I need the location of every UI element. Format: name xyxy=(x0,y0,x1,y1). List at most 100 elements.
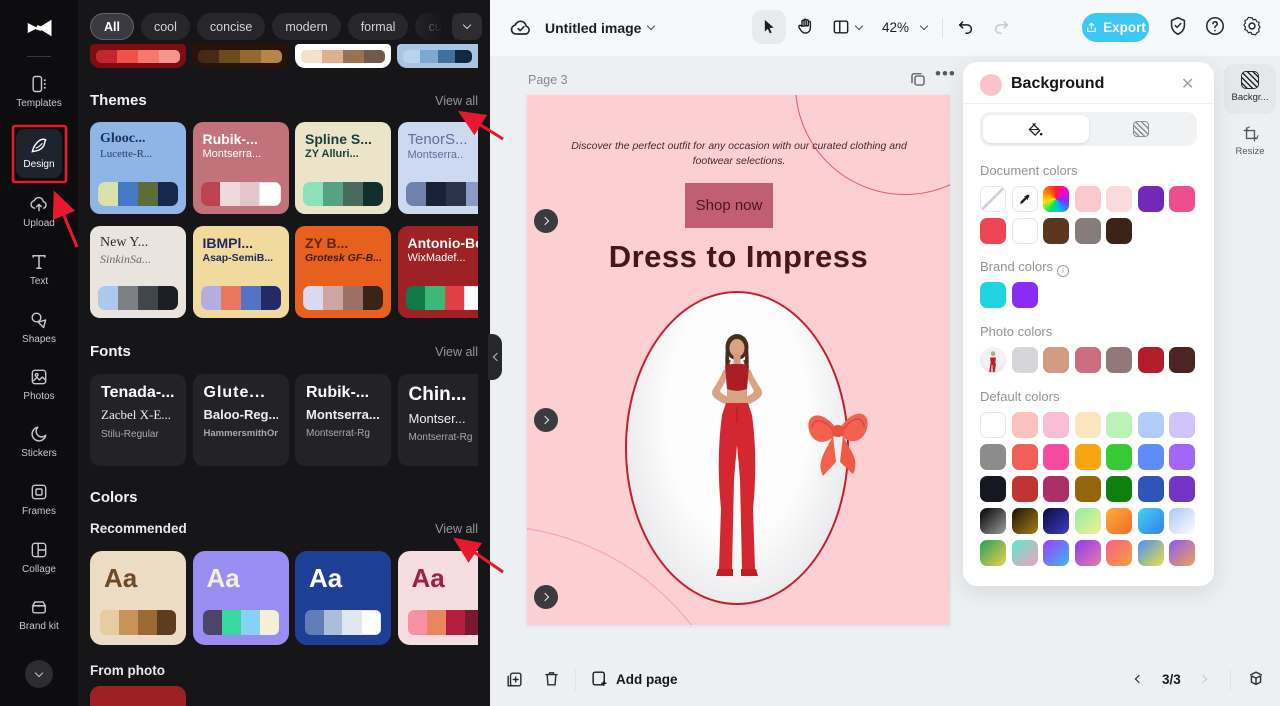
color-swatch[interactable] xyxy=(1043,347,1069,373)
color-swatch[interactable] xyxy=(220,286,241,310)
color-swatch[interactable] xyxy=(98,286,118,310)
color-swatch[interactable] xyxy=(1106,347,1132,373)
prev-page-button[interactable] xyxy=(1134,674,1144,684)
color-swatch[interactable] xyxy=(1169,540,1195,566)
color-swatch[interactable] xyxy=(980,540,1006,566)
color-swatch[interactable] xyxy=(407,610,427,635)
tab-pattern-fill[interactable] xyxy=(1089,115,1195,143)
layout-tool-icon[interactable] xyxy=(831,17,851,37)
shop-now-button-layer[interactable]: Shop now xyxy=(685,183,773,228)
undo-icon[interactable] xyxy=(956,17,976,37)
color-swatch[interactable] xyxy=(260,286,281,310)
sidebar-item-stickers[interactable]: Stickers xyxy=(0,424,78,460)
sidebar-item-photos[interactable]: Photos xyxy=(0,367,78,403)
safety-shield-icon[interactable] xyxy=(1167,15,1189,37)
color-swatch[interactable] xyxy=(1137,347,1164,373)
zoom-level[interactable]: 42% xyxy=(882,20,909,35)
close-panel-icon[interactable]: ✕ xyxy=(1181,74,1194,94)
color-swatch[interactable] xyxy=(1137,444,1164,470)
color-swatch[interactable] xyxy=(1169,186,1195,212)
rail-collapse-button[interactable] xyxy=(25,660,53,688)
theme-card[interactable]: IBMPl... Asap-SemiB... xyxy=(192,226,289,318)
color-swatch[interactable] xyxy=(1011,412,1038,438)
color-swatch[interactable] xyxy=(343,286,363,310)
sidebar-item-collage[interactable]: Collage xyxy=(0,540,78,576)
theme-card[interactable]: Glooc... Lucette-R... xyxy=(90,122,186,214)
from-photo-card-partial[interactable] xyxy=(90,686,186,706)
color-swatch[interactable] xyxy=(1106,444,1132,470)
color-swatch[interactable] xyxy=(464,286,478,310)
color-swatch[interactable] xyxy=(980,476,1006,502)
themes-view-all-link[interactable]: View all xyxy=(435,94,478,108)
layout-dropdown-chevron[interactable] xyxy=(854,21,864,31)
eyedropper-swatch[interactable] xyxy=(1011,186,1038,212)
color-swatch[interactable] xyxy=(1074,412,1101,438)
color-swatch[interactable] xyxy=(259,610,279,635)
sidebar-item-brand-kit[interactable]: Brand kit xyxy=(0,597,78,633)
headline-text-layer[interactable]: Dress to Impress xyxy=(527,239,950,275)
color-swatch[interactable] xyxy=(158,286,178,310)
color-swatch[interactable] xyxy=(445,182,466,206)
hand-tool-icon[interactable] xyxy=(795,16,816,37)
color-swatch[interactable] xyxy=(1106,540,1132,566)
color-swatch[interactable] xyxy=(1137,412,1164,438)
delete-page-button[interactable] xyxy=(542,669,561,688)
color-swatch[interactable] xyxy=(322,50,343,63)
color-theme-card[interactable]: Aa xyxy=(397,551,478,645)
color-theme-card[interactable]: Aa xyxy=(295,551,391,645)
palette-card-partial[interactable] xyxy=(90,44,186,68)
color-swatch[interactable] xyxy=(220,182,240,206)
color-swatch[interactable] xyxy=(343,50,364,63)
color-swatch[interactable] xyxy=(1074,540,1101,566)
color-swatch[interactable] xyxy=(240,50,261,63)
color-swatch[interactable] xyxy=(1074,444,1101,470)
color-swatch[interactable] xyxy=(1011,347,1038,373)
color-swatch[interactable] xyxy=(1043,540,1069,566)
chip-all[interactable]: All xyxy=(90,13,134,40)
color-swatch[interactable] xyxy=(138,610,157,635)
photo-thumbnail-swatch[interactable] xyxy=(980,347,1006,373)
color-swatch[interactable] xyxy=(1011,540,1038,566)
font-card[interactable]: Glute... Baloo-Reg... HammersmithOn... xyxy=(192,374,289,466)
color-swatch[interactable] xyxy=(261,50,282,63)
sidebar-item-upload[interactable]: Upload xyxy=(0,194,78,230)
sidebar-item-frames[interactable]: Frames xyxy=(0,482,78,518)
sidebar-item-text[interactable]: Text xyxy=(0,252,78,288)
color-swatch[interactable] xyxy=(445,610,465,635)
app-logo[interactable] xyxy=(24,14,54,49)
fonts-view-all-link[interactable]: View all xyxy=(435,345,478,359)
chip-modern[interactable]: modern xyxy=(272,13,341,40)
chips-expand-button[interactable] xyxy=(452,13,482,40)
panel-collapse-handle[interactable] xyxy=(488,334,502,380)
color-swatch[interactable] xyxy=(1137,186,1164,212)
select-tool-icon[interactable] xyxy=(759,17,779,37)
color-swatch[interactable] xyxy=(96,50,117,63)
chip-formal[interactable]: formal xyxy=(347,13,409,40)
color-swatch[interactable] xyxy=(1169,347,1195,373)
color-swatch[interactable] xyxy=(437,50,455,63)
color-swatch[interactable] xyxy=(117,50,138,63)
color-swatch[interactable] xyxy=(1106,412,1132,438)
color-theme-card[interactable]: Aa xyxy=(90,551,186,645)
help-icon[interactable] xyxy=(1204,15,1226,37)
chip-concise[interactable]: concise xyxy=(196,13,266,40)
color-swatch[interactable] xyxy=(100,610,119,635)
color-swatch[interactable] xyxy=(138,50,159,63)
color-swatch[interactable] xyxy=(980,508,1006,534)
color-swatch[interactable] xyxy=(159,50,180,63)
color-swatch[interactable] xyxy=(157,610,176,635)
design-page[interactable]: Discover the perfect outfit for any occa… xyxy=(527,95,950,625)
color-swatch[interactable] xyxy=(1169,444,1195,470)
sidebar-item-templates[interactable]: Templates xyxy=(0,74,78,110)
color-swatch[interactable] xyxy=(465,182,478,206)
color-swatch[interactable] xyxy=(1137,508,1164,534)
color-swatch[interactable] xyxy=(219,50,240,63)
theme-card[interactable]: Spline S... ZY Alluri... xyxy=(295,122,391,214)
color-swatch[interactable] xyxy=(1074,218,1101,244)
color-swatch[interactable] xyxy=(240,286,261,310)
color-swatch[interactable] xyxy=(198,50,219,63)
zoom-dropdown-chevron[interactable] xyxy=(919,21,929,31)
color-swatch[interactable] xyxy=(1169,476,1195,502)
tab-color-fill[interactable] xyxy=(983,115,1089,143)
sidebar-item-shapes[interactable]: Shapes xyxy=(0,310,78,346)
